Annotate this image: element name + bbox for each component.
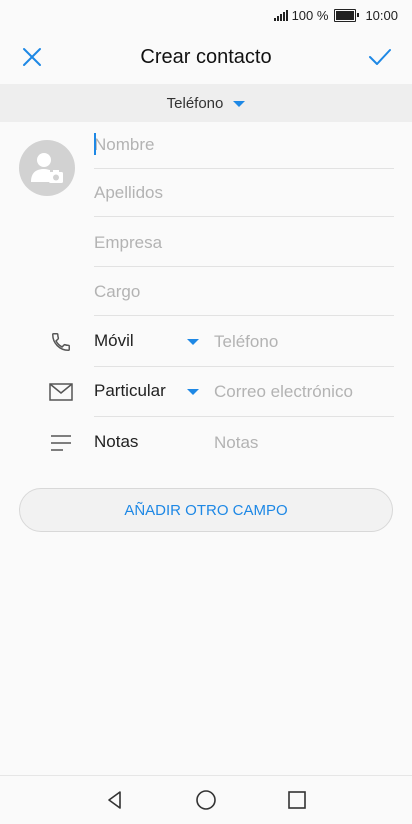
phone-icon bbox=[48, 330, 74, 354]
notes-input[interactable] bbox=[214, 433, 394, 453]
close-icon bbox=[23, 48, 41, 66]
text-cursor bbox=[94, 133, 96, 155]
phone-input[interactable] bbox=[214, 331, 394, 352]
company-field[interactable] bbox=[94, 219, 394, 267]
contact-photo-icon bbox=[31, 153, 63, 183]
contact-photo-button[interactable] bbox=[19, 140, 75, 196]
back-triangle-icon bbox=[108, 791, 122, 809]
account-selector[interactable]: Teléfono bbox=[0, 84, 412, 122]
notes-icon bbox=[48, 431, 74, 455]
signal-icon bbox=[273, 9, 288, 21]
divider bbox=[94, 416, 214, 417]
email-type-selector[interactable]: Particular bbox=[94, 381, 166, 401]
nav-back-button[interactable] bbox=[100, 785, 130, 815]
recents-square-icon bbox=[287, 791, 306, 809]
close-button[interactable] bbox=[16, 41, 48, 73]
mail-icon bbox=[48, 380, 74, 404]
notes-label: Notas bbox=[94, 432, 139, 451]
email-field[interactable] bbox=[214, 367, 394, 417]
notes-row: Notas bbox=[0, 418, 412, 468]
company-input[interactable] bbox=[94, 232, 394, 253]
app-bar: Crear contacto bbox=[0, 30, 412, 84]
last-name-input[interactable] bbox=[94, 182, 394, 203]
home-circle-icon bbox=[196, 790, 216, 810]
battery-percent: 100 % bbox=[291, 7, 329, 23]
email-input[interactable] bbox=[214, 381, 394, 402]
first-name-field[interactable] bbox=[94, 121, 394, 169]
clock: 10:00 bbox=[365, 7, 398, 23]
add-field-button[interactable]: AÑADIR OTRO CAMPO bbox=[19, 488, 393, 532]
status-bar: 100 % 10:00 bbox=[0, 0, 412, 30]
caret-down-icon[interactable] bbox=[187, 389, 199, 395]
check-icon bbox=[369, 49, 391, 65]
job-title-input[interactable] bbox=[94, 281, 394, 302]
phone-row: Móvil bbox=[0, 317, 412, 367]
caret-down-icon bbox=[233, 101, 246, 107]
battery-icon bbox=[334, 8, 360, 22]
email-row: Particular bbox=[0, 367, 412, 417]
nav-home-button[interactable] bbox=[191, 785, 221, 815]
caret-down-icon[interactable] bbox=[187, 339, 199, 345]
navigation-bar bbox=[0, 775, 412, 824]
last-name-field[interactable] bbox=[94, 169, 394, 217]
phone-type-selector[interactable]: Móvil bbox=[94, 331, 134, 351]
first-name-input[interactable] bbox=[94, 134, 394, 155]
nav-recents-button[interactable] bbox=[282, 785, 312, 815]
phone-field[interactable] bbox=[214, 317, 394, 367]
save-button[interactable] bbox=[364, 41, 396, 73]
job-title-field[interactable] bbox=[94, 268, 394, 316]
account-label: Teléfono bbox=[166, 94, 224, 112]
notes-field[interactable] bbox=[214, 418, 394, 468]
page-title: Crear contacto bbox=[140, 45, 272, 68]
